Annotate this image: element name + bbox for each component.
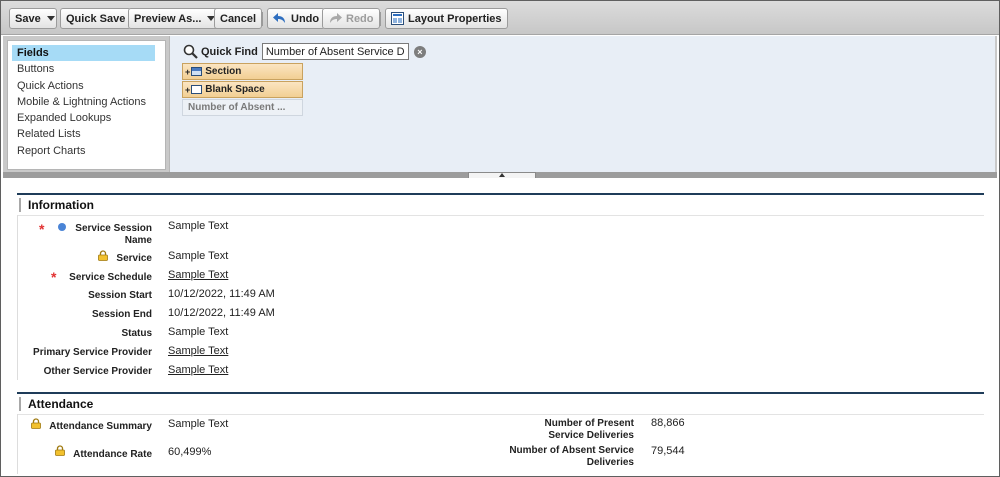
undo-button[interactable]: Undo [267,8,326,29]
field-value[interactable]: Sample Text [168,345,228,358]
palette: Fields Buttons Quick Actions Mobile & Li… [3,36,997,172]
category-mobile-lightning-actions[interactable]: Mobile & Lightning Actions [12,94,155,110]
preview-as-label: Preview As... [134,12,202,25]
field-label-line: Deliveries [586,457,634,468]
preview-as-button[interactable]: Preview As... [128,8,222,29]
palette-item-section-label: Section [205,66,242,77]
field-label: Attendance Summary [49,421,152,432]
palette-item-blank-space[interactable]: + Blank Space [182,81,303,98]
cancel-button[interactable]: Cancel [214,8,263,29]
field-value[interactable]: 10/12/2022, 11:49 AM [168,288,275,301]
field-label: Attendance Rate [73,449,152,460]
section-rail [17,414,21,474]
layout-properties-button[interactable]: Layout Properties [385,8,508,29]
palette-item-blank-space-label: Blank Space [205,84,265,95]
quick-save-button[interactable]: Quick Save [60,8,132,29]
page-layout-editor: Save Quick Save Preview As... Cancel Und… [0,0,1000,477]
redo-button[interactable]: Redo [322,8,380,29]
field-value[interactable]: Sample Text [168,326,228,339]
palette-category-list: Fields Buttons Quick Actions Mobile & Li… [7,40,166,170]
field-label: Service [116,253,152,264]
field-value[interactable]: 10/12/2022, 11:49 AM [168,307,275,320]
required-icon: * [39,221,45,237]
section-divider [17,215,984,216]
blank-space-icon [191,85,203,94]
redo-label: Redo [346,12,374,25]
field-value[interactable]: 79,544 [651,445,685,458]
palette-item-field[interactable]: Number of Absent ... [182,99,303,116]
field-value[interactable]: Sample Text [168,269,228,282]
search-icon [183,44,198,59]
field-value[interactable]: 88,866 [651,417,685,430]
field-label: Status [121,328,152,339]
field-label: Session End [91,309,152,320]
layout-properties-icon [391,12,404,25]
palette-item-section[interactable]: + Section [182,63,303,80]
drag-plus-icon: + [185,84,191,95]
field-label: Primary Service Provider [33,347,152,358]
category-expanded-lookups[interactable]: Expanded Lookups [12,110,155,126]
category-buttons[interactable]: Buttons [12,61,155,77]
field-label: Service Schedule [69,272,152,283]
collapse-handle[interactable] [468,172,536,178]
field-value[interactable]: Sample Text [168,364,228,377]
field-label-line: Number of Absent Service [509,445,634,456]
chevron-down-icon[interactable] [46,16,55,21]
quick-find-label: Quick Find [201,45,258,58]
chevron-up-icon [499,173,505,177]
toolbar-divider [262,12,263,26]
section-title[interactable]: Information [19,198,94,212]
category-report-charts[interactable]: Report Charts [12,143,155,159]
category-fields[interactable]: Fields [12,45,155,62]
field-label: Other Service Provider [43,366,152,377]
toolbar-divider [380,12,381,26]
field-label: Session Start [88,290,152,301]
undo-label: Undo [291,12,320,25]
layout-properties-label: Layout Properties [408,12,502,25]
category-related-lists[interactable]: Related Lists [12,126,155,142]
section-title[interactable]: Attendance [19,397,93,411]
field-value[interactable]: Sample Text [168,220,228,233]
field-label-line: Number of Present [544,418,634,429]
section-information: Information * Service Session Name Sampl… [17,193,984,385]
section-divider [17,414,984,415]
clear-icon[interactable]: × [413,45,426,58]
redo-icon [330,12,342,23]
section-attendance: Attendance Attendance Summary Sample Tex… [17,392,984,476]
field-label: Service Session Name [75,223,152,246]
category-quick-actions[interactable]: Quick Actions [12,78,155,94]
palette-items-area: Quick Find × + Section + Blank Space Num… [169,36,995,172]
quick-find-input[interactable] [261,43,409,60]
field-value[interactable]: Sample Text [168,418,228,431]
toolbar: Save Quick Save Preview As... Cancel Und… [1,1,999,35]
section-icon [191,67,203,76]
field-label: Number of Absent Service Deliveries [475,445,634,469]
save-label: Save [15,12,41,25]
palette-splitter[interactable] [3,172,997,178]
undo-icon [273,12,285,23]
field-value[interactable]: Sample Text [168,250,228,263]
field-label-line: Service Deliveries [548,430,634,441]
drag-plus-icon: + [185,66,191,77]
save-button[interactable]: Save [9,8,57,29]
field-label: Number of Present Service Deliveries [475,418,634,442]
quick-find: Quick Find × [183,43,426,60]
field-value[interactable]: 60,499% [168,446,211,459]
